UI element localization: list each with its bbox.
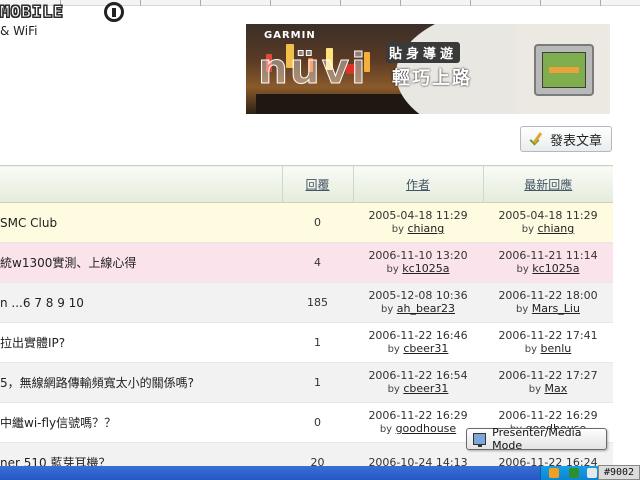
new-post-label: 發表文章 [549, 133, 602, 149]
last-user-link[interactable]: kc1025a [532, 262, 579, 275]
nav-divider [270, 0, 271, 6]
corner-tag: #9002 [598, 465, 640, 480]
reply-count: 4 [282, 242, 353, 283]
author-link[interactable]: ah_bear23 [397, 302, 455, 315]
thread-title-link[interactable]: 5，無線網路傳輸頻寬太小的關係嗎? [0, 362, 282, 403]
last-reply-cell: 2005-04-18 11:29 by chiang [483, 202, 613, 243]
presenter-media-mode-button[interactable]: Presenter/Media Mode [466, 426, 607, 452]
tray-mail-icon[interactable] [587, 468, 597, 478]
nav-divider [340, 0, 341, 6]
thread-author-cell: 2006-11-22 16:46 by cbeer31 [353, 322, 483, 363]
reply-count: 1 [282, 322, 353, 363]
last-reply-cell: 2006-11-22 17:41 by benlu [483, 322, 613, 363]
last-reply-cell: 2006-11-22 18:00 by Mars_Liu [483, 282, 613, 323]
nav-divider [540, 0, 541, 6]
banner-product: nüvi [258, 44, 368, 94]
last-user-link[interactable]: Max [545, 382, 568, 395]
thread-title-link[interactable]: 統w1300實測、上線心得 [0, 242, 282, 283]
reply-count: 1 [282, 362, 353, 403]
monitor-icon [473, 433, 487, 447]
thread-title-link[interactable]: 拉出實體IP? [0, 322, 282, 363]
presenter-mode-label: Presenter/Media Mode [492, 426, 582, 452]
top-nav-strip [0, 0, 640, 6]
table-row: 統w1300實測、上線心得 4 2006-11-10 13:20 by kc102… [0, 242, 613, 283]
last-user-link[interactable]: chiang [537, 222, 574, 235]
replies-column-header[interactable]: 回覆 [281, 165, 353, 203]
tray-network-icon[interactable] [569, 468, 579, 478]
site-logo-text: MOBILE [0, 2, 64, 22]
site-logo[interactable]: MOBILE [0, 2, 64, 24]
author-link[interactable]: cbeer31 [403, 382, 448, 395]
nav-divider [200, 0, 201, 6]
thread-author-cell: 2005-04-18 11:29 by chiang [353, 202, 483, 243]
nav-divider [600, 0, 601, 6]
last-user-link[interactable]: benlu [541, 342, 572, 355]
new-post-button[interactable]: 發表文章 [520, 126, 612, 152]
last-reply-cell: 2006-11-21 11:14 by kc1025a [483, 242, 613, 283]
thread-title-link[interactable]: SMC Club [0, 202, 282, 243]
author-link[interactable]: goodhouse [396, 422, 457, 435]
banner-slogan-1: 貼身導遊 [386, 42, 461, 63]
table-row: SMC Club 0 2005-04-18 11:29 by chiang 200… [0, 202, 613, 243]
gps-device-image [534, 44, 594, 96]
author-link[interactable]: kc1025a [402, 262, 449, 275]
table-row: 5，無線網路傳輸頻寬太小的關係嗎? 1 2006-11-22 16:54 by c… [0, 362, 613, 403]
ad-banner[interactable]: GARMIN nüvi 貼身導遊 輕巧上路 [246, 24, 610, 114]
reply-count: 0 [282, 202, 353, 243]
logo-power-icon [104, 2, 124, 22]
nav-divider [470, 0, 471, 6]
title-column-header [0, 165, 282, 203]
banner-slogan-2: 輕巧上路 [392, 68, 472, 89]
table-row: 拉出實體IP? 1 2006-11-22 16:46 by cbeer31 200… [0, 322, 613, 363]
thread-title-link[interactable]: n ...6 7 8 9 10 [0, 282, 282, 323]
table-row: n ...6 7 8 9 10 185 2005-12-08 10:36 by a… [0, 282, 613, 323]
tray-app-icon[interactable] [549, 468, 559, 478]
thread-title-link[interactable]: 中繼wi-fly信號嗎？？ [0, 402, 282, 443]
author-column-header[interactable]: 作者 [352, 165, 483, 203]
forum-section-name: & WiFi [0, 24, 38, 38]
thread-author-cell: 2005-12-08 10:36 by ah_bear23 [353, 282, 483, 323]
last-user-link[interactable]: Mars_Liu [532, 302, 580, 315]
thread-author-cell: 2006-11-10 13:20 by kc1025a [353, 242, 483, 283]
banner-brand: GARMIN [264, 30, 316, 41]
last-reply-cell: 2006-11-22 17:27 by Max [483, 362, 613, 403]
reply-count: 185 [282, 282, 353, 323]
nav-divider [140, 0, 141, 6]
pencil-icon [530, 132, 544, 146]
thread-author-cell: 2006-11-22 16:29 by goodhouse [353, 402, 483, 443]
last-reply-column-header[interactable]: 最新回應 [482, 165, 613, 203]
author-link[interactable]: cbeer31 [403, 342, 448, 355]
author-link[interactable]: chiang [407, 222, 444, 235]
reply-count: 0 [282, 402, 353, 443]
thread-author-cell: 2006-11-22 16:54 by cbeer31 [353, 362, 483, 403]
nav-divider [400, 0, 401, 6]
table-header-row: 回覆 作者 最新回應 [0, 165, 613, 203]
